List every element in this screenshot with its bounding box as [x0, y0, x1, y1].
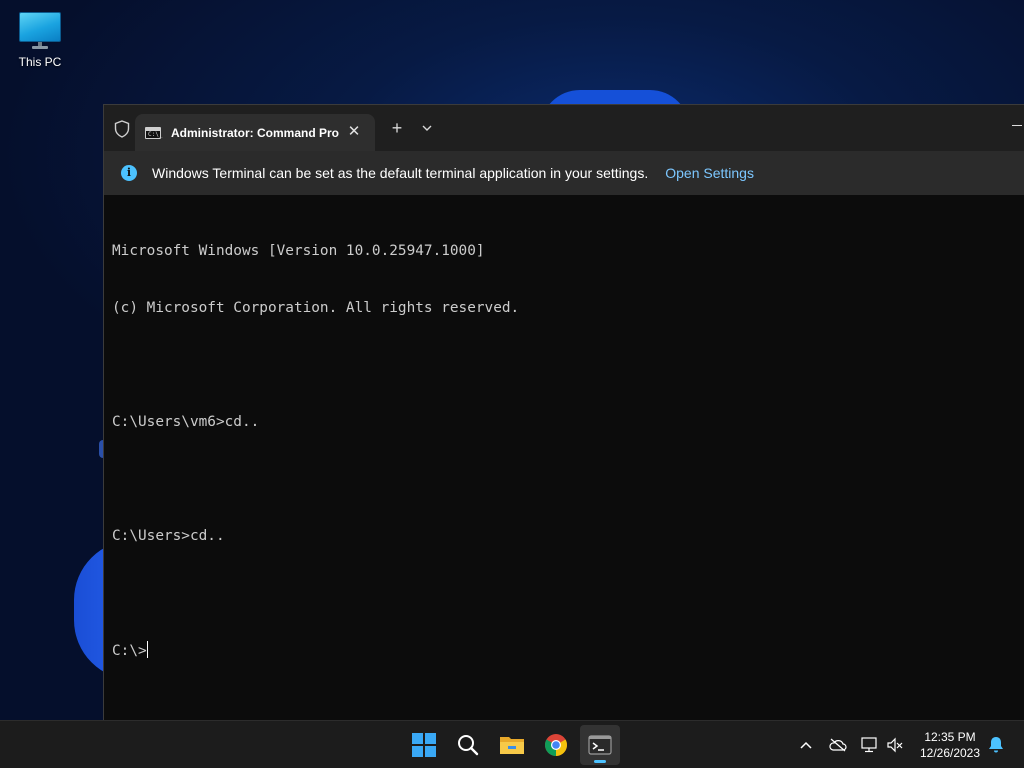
- start-button[interactable]: [404, 725, 444, 765]
- info-icon: i: [121, 165, 137, 181]
- taskbar: 12:35 PM 12/26/2023: [0, 720, 1024, 768]
- monitor-icon: [19, 12, 61, 42]
- new-tab-button[interactable]: +: [388, 119, 406, 137]
- title-bar[interactable]: C:\_ Administrator: Command Pro ✕ +: [104, 105, 1024, 151]
- onedrive-offline-icon[interactable]: [828, 735, 848, 755]
- tab-title: Administrator: Command Pro: [171, 125, 340, 140]
- desktop-icon-this-pc[interactable]: This PC: [10, 8, 70, 78]
- open-settings-link[interactable]: Open Settings: [665, 165, 754, 181]
- close-tab-button[interactable]: ✕: [345, 123, 363, 141]
- terminal-button[interactable]: [580, 725, 620, 765]
- file-explorer-icon: [500, 737, 524, 754]
- console-line: (c) Microsoft Corporation. All rights re…: [112, 300, 520, 316]
- volume-muted-icon[interactable]: [885, 735, 905, 755]
- search-icon: [458, 735, 479, 756]
- text-cursor: [146, 641, 148, 658]
- console-output[interactable]: Microsoft Windows [Version 10.0.25947.10…: [112, 204, 1014, 720]
- clock-date: 12/26/2023: [919, 746, 981, 760]
- console-line: C:\Users\vm6>cd..: [112, 414, 260, 430]
- clock-time: 12:35 PM: [924, 730, 976, 744]
- minimize-button[interactable]: [1010, 117, 1024, 131]
- prompt-text: C:\>: [112, 643, 147, 659]
- info-bar: i Windows Terminal can be set as the def…: [104, 151, 1024, 195]
- chevron-up-icon[interactable]: [796, 735, 816, 755]
- chrome-icon: [545, 734, 567, 756]
- notification-bell-icon[interactable]: [986, 735, 1006, 755]
- desktop-icon-label: This PC: [18, 55, 62, 69]
- network-icon[interactable]: [859, 735, 879, 755]
- shield-icon[interactable]: [112, 119, 132, 139]
- file-explorer-button[interactable]: [492, 725, 532, 765]
- tab-command-prompt[interactable]: C:\_ Administrator: Command Pro ✕: [135, 114, 375, 151]
- search-button[interactable]: [448, 725, 488, 765]
- cmd-icon: C:\_: [145, 126, 162, 139]
- start-icon: [412, 733, 436, 757]
- system-clock[interactable]: 12:35 PM 12/26/2023: [912, 729, 988, 761]
- chrome-button[interactable]: [536, 725, 576, 765]
- info-message: Windows Terminal can be set as the defau…: [152, 165, 649, 181]
- active-app-indicator: [594, 760, 606, 763]
- chevron-down-icon[interactable]: [418, 119, 436, 137]
- terminal-window: C:\_ Administrator: Command Pro ✕ + i Wi…: [103, 104, 1024, 720]
- prompt-line[interactable]: C:\>: [112, 641, 1014, 660]
- terminal-icon: [588, 735, 612, 755]
- console-line: Microsoft Windows [Version 10.0.25947.10…: [112, 243, 485, 259]
- console-line: C:\Users>cd..: [112, 528, 225, 544]
